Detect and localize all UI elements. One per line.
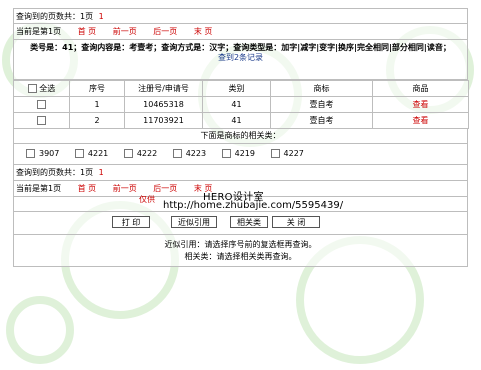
select-all-cell: 全选 [13, 80, 70, 97]
page-count-label: 查询到的页数共：1页 [16, 12, 94, 21]
row-checkbox[interactable] [37, 100, 46, 109]
pagination-top: 当前是第1页 首 页 前一页 后一页 末 页 [13, 24, 468, 40]
table-row: 1 10465318 41 壹自考 查看 [13, 96, 469, 113]
col-class: 类别 [202, 80, 271, 97]
col-trademark: 商标 [270, 80, 373, 97]
similar-reference-button[interactable]: 近似引用 [171, 216, 217, 228]
page-count-top: 查询到的页数共：1页 1 [13, 8, 468, 24]
next-page-link[interactable]: 后一页 [153, 27, 177, 36]
related-class-checkbox[interactable] [123, 149, 133, 158]
related-class-item: 4227 [270, 144, 304, 163]
related-classes-heading: 下面是商标的相关类： [13, 129, 468, 144]
note-related: 相关类：请选择相关类再查询。 [184, 252, 297, 261]
related-classes-row: 3907 4221 4222 4223 4219 4227 [13, 144, 468, 165]
note-similar: 近似引用：请选择序号前的复选框再查询。 [164, 240, 317, 249]
related-class-checkbox[interactable] [221, 149, 231, 158]
row-index: 1 [69, 96, 125, 113]
related-class-button[interactable]: 相关类 [230, 216, 268, 228]
watermark-partial-text: 仅供 [139, 195, 155, 204]
page-count-bottom: 查询到的页数共：1页 1 [13, 165, 468, 181]
records-found: 查到2条记录 [217, 53, 264, 62]
watermark-url-text: http://home.zhubajie.com/5595439/ [163, 200, 344, 211]
row-class: 41 [202, 112, 271, 129]
current-page-label: 当前是第1页 [16, 184, 62, 193]
row-reg-no: 11703921 [124, 112, 203, 129]
table-row: 2 11703921 41 壹自考 查看 [13, 112, 469, 129]
row-trademark: 壹自考 [270, 96, 373, 113]
view-goods-link[interactable]: 查看 [413, 100, 429, 109]
close-button[interactable]: 关 闭 [272, 216, 320, 228]
related-class-item: 4222 [123, 144, 157, 163]
related-class-checkbox[interactable] [26, 149, 35, 158]
select-all-checkbox[interactable] [27, 84, 37, 93]
prev-page-link[interactable]: 前一页 [113, 27, 137, 36]
last-page-link[interactable]: 末 页 [194, 27, 213, 36]
prev-page-link[interactable]: 前一页 [113, 184, 137, 193]
row-index: 2 [69, 112, 125, 129]
page-count-number: 1 [98, 168, 104, 177]
col-goods: 商品 [372, 80, 469, 97]
page-count-number: 1 [98, 12, 104, 21]
first-page-link[interactable]: 首 页 [78, 27, 97, 36]
row-class: 41 [202, 96, 271, 113]
col-reg-no: 注册号/申请号 [124, 80, 203, 97]
row-trademark: 壹自考 [270, 112, 373, 129]
row-reg-no: 10465318 [124, 96, 203, 113]
related-class-item: 4223 [172, 144, 206, 163]
help-notes: 近似引用：请选择序号前的复选框再查询。 相关类：请选择相关类再查询。 [13, 235, 468, 267]
current-page-label: 当前是第1页 [16, 27, 62, 36]
query-info: 类号是：41；查询内容是：考壹考；查询方式是：汉字；查询类型是：加字|减字|变字… [13, 40, 468, 80]
related-class-checkbox[interactable] [74, 149, 84, 158]
page-count-label: 查询到的页数共：1页 [16, 168, 94, 177]
view-goods-link[interactable]: 查看 [413, 116, 429, 125]
first-page-link[interactable]: 首 页 [78, 184, 97, 193]
col-index: 序号 [69, 80, 125, 97]
select-all-label: 全选 [39, 84, 56, 93]
print-button[interactable]: 打 印 [112, 216, 150, 228]
related-class-item: 4221 [74, 144, 108, 163]
next-page-link[interactable]: 后一页 [153, 184, 177, 193]
related-class-checkbox[interactable] [172, 149, 182, 158]
query-details: 类号是：41；查询内容是：考壹考；查询方式是：汉字；查询类型是：加字|减字|变字… [30, 43, 451, 52]
table-header: 全选 序号 注册号/申请号 类别 商标 商品 [13, 80, 469, 97]
results-table: 全选 序号 注册号/申请号 类别 商标 商品 1 10465318 41 壹自考… [13, 80, 469, 129]
related-class-item: 4219 [221, 144, 255, 163]
related-class-checkbox[interactable] [270, 149, 280, 158]
action-buttons: 打 印 近似引用 相关类 关 闭 [13, 212, 468, 235]
row-checkbox[interactable] [37, 116, 46, 125]
related-class-item: 3907 [26, 144, 59, 163]
watermark-banner: 仅供 HERO设计室 http://home.zhubajie.com/5595… [13, 192, 468, 212]
